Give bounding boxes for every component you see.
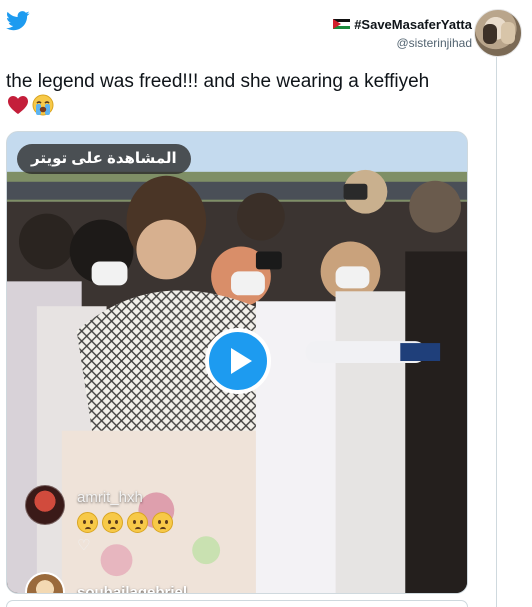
tweet-emojis: [7, 94, 55, 116]
palestine-flag-icon: [333, 18, 351, 30]
pleading-face-icon: [102, 512, 123, 533]
watch-on-twitter-button[interactable]: المشاهدة على تويتر: [17, 144, 191, 174]
live-comment: amrit_hxh: [25, 485, 173, 533]
loudly-crying-face-icon: [32, 94, 54, 116]
play-icon: [230, 348, 252, 374]
avatar[interactable]: [474, 9, 522, 57]
comment-username: souhailagebriel: [77, 583, 188, 594]
next-card-edge: [6, 600, 468, 607]
comment-username: amrit_hxh: [77, 489, 143, 506]
display-name-row[interactable]: #SaveMasaferYatta: [333, 16, 472, 32]
video-card[interactable]: المشاهدة على تويتر amrit_hxh ♡ souhailag…: [6, 131, 468, 594]
pleading-face-icon: [77, 512, 98, 533]
timeline-border: [496, 48, 497, 607]
twitter-bird-icon[interactable]: [6, 11, 30, 31]
avatar: [25, 485, 65, 525]
avatar: [25, 572, 65, 593]
heart-outline-icon: ♡: [77, 537, 91, 554]
red-heart-icon: [8, 96, 28, 114]
comment-emojis: [77, 512, 173, 533]
account-info[interactable]: #SaveMasaferYatta @sisterinjihad: [333, 16, 472, 50]
user-handle[interactable]: @sisterinjihad: [333, 36, 472, 50]
tweet-text: the legend was freed!!! and she wearing …: [6, 71, 430, 92]
play-button[interactable]: [205, 328, 271, 394]
pleading-face-icon: [127, 512, 148, 533]
live-comment: souhailagebriel: [25, 572, 188, 594]
pleading-face-icon: [152, 512, 173, 533]
display-name[interactable]: #SaveMasaferYatta: [354, 17, 472, 32]
